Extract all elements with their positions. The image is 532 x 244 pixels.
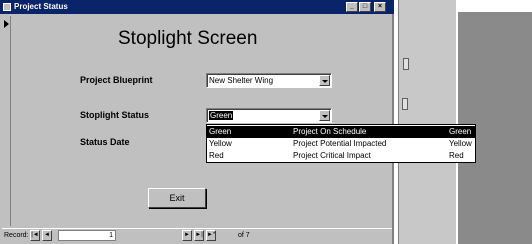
new-record-icon[interactable]: ►* <box>206 230 216 241</box>
list-cell: Red <box>449 151 464 160</box>
first-record-icon[interactable]: |◄ <box>30 230 40 241</box>
status-combo[interactable]: Green <box>206 108 332 123</box>
minimize-icon[interactable]: _ <box>346 2 358 12</box>
project-value: New Shelter Wing <box>209 76 274 85</box>
chevron-down-icon[interactable] <box>319 75 330 86</box>
scroll-marker <box>403 58 409 70</box>
list-item[interactable]: Green Project On Schedule Green <box>207 126 475 138</box>
list-cell: Yellow <box>209 139 232 148</box>
navigator-label: Record: <box>4 232 29 239</box>
list-cell: Green <box>449 127 472 136</box>
previous-record-icon[interactable]: ◄ <box>42 230 52 241</box>
list-cell: Project Critical Impact <box>293 151 371 160</box>
project-status-window: Project Status _ □ × Stoplight Screen Pr… <box>0 0 394 244</box>
background-panel <box>398 0 456 244</box>
window-title: Project Status <box>14 2 68 11</box>
list-item[interactable]: Yellow Project Potential Impacted Yellow <box>207 138 475 150</box>
status-label: Stoplight Status <box>80 110 149 120</box>
record-number-input[interactable]: 1 <box>58 230 116 241</box>
status-dropdown-list[interactable]: Green Project On Schedule Green Yellow P… <box>206 124 476 163</box>
date-label: Status Date <box>80 137 130 147</box>
close-icon[interactable]: × <box>374 2 386 12</box>
list-cell: Green <box>209 127 232 136</box>
title-bar[interactable]: Project Status _ □ × <box>0 0 394 14</box>
chevron-down-icon[interactable] <box>319 110 330 121</box>
exit-button[interactable]: Exit <box>148 188 206 208</box>
project-label: Project Blueprint <box>80 75 153 85</box>
current-record-arrow-icon <box>4 20 9 28</box>
scroll-marker <box>402 98 408 110</box>
last-record-icon[interactable]: ►| <box>194 230 204 241</box>
list-cell: Yellow <box>449 139 472 148</box>
maximize-icon[interactable]: □ <box>359 2 371 12</box>
list-item[interactable]: Red Project Critical Impact Red <box>207 150 475 162</box>
record-count: of 7 <box>238 232 250 239</box>
window-menu-icon[interactable] <box>3 3 11 11</box>
project-combo[interactable]: New Shelter Wing <box>206 73 332 88</box>
list-cell: Project On Schedule <box>293 127 367 136</box>
next-record-icon[interactable]: ► <box>182 230 192 241</box>
record-navigator: Record: |◄ ◄ 1 ► ►| ►* of 7 <box>2 228 392 242</box>
status-value: Green <box>209 111 234 120</box>
record-selector[interactable] <box>2 16 11 226</box>
list-cell: Project Potential Impacted <box>293 139 387 148</box>
list-cell: Red <box>209 151 224 160</box>
form-heading: Stoplight Screen <box>118 28 258 49</box>
